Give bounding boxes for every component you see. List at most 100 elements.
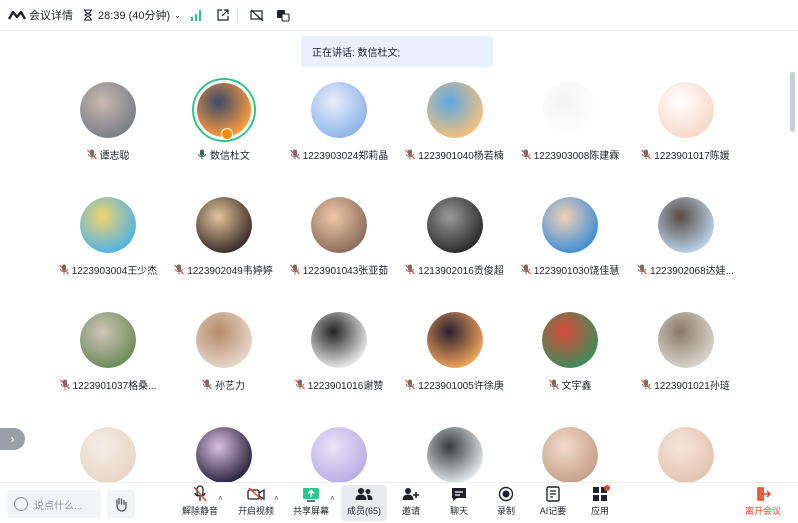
participant-tile[interactable]: [50, 417, 166, 482]
share-options-chevron-icon[interactable]: ˄: [330, 494, 335, 503]
scrollbar-thumb[interactable]: [790, 72, 795, 132]
leave-meeting-button[interactable]: 离开会议: [742, 485, 784, 521]
video-options-chevron-icon[interactable]: ˄: [274, 494, 279, 503]
raise-hand-button[interactable]: [107, 490, 135, 518]
topbar-divider: [236, 8, 238, 22]
participant-tile[interactable]: 1223901017陈媛: [628, 72, 744, 182]
avatar: [657, 197, 714, 253]
participant-tile[interactable]: 1223901016谢赞: [281, 302, 397, 412]
chat-button[interactable]: 聊天: [444, 485, 474, 521]
avatar: [80, 82, 136, 138]
record-label: 录制: [496, 506, 515, 516]
avatar: [80, 427, 136, 482]
mic-muted-icon: [86, 149, 97, 160]
avatar-image: [311, 427, 367, 482]
participant-tile[interactable]: 1223903024郑莉晶: [281, 72, 397, 182]
host-badge-icon: [220, 128, 233, 140]
participant-name: 1223901040杨若楠: [418, 151, 504, 162]
participant-name-row: 1223901021孙琏: [628, 377, 744, 392]
participant-name-row: 1223903024郑莉晶: [281, 147, 397, 162]
start-video-button[interactable]: 开启视频: [236, 485, 276, 521]
participant-tile[interactable]: 1223901037格桑...: [50, 302, 166, 412]
participant-tile[interactable]: 文宇鑫: [512, 302, 628, 412]
popout-icon[interactable]: [217, 9, 229, 21]
participant-name-row: 1223901016谢赞: [281, 377, 397, 392]
apps-button[interactable]: 应用: [585, 485, 615, 521]
meeting-timer[interactable]: 28:39 (40分钟) ⌄: [83, 7, 181, 23]
avatar-image: [426, 427, 483, 482]
share-screen-button[interactable]: 共享屏幕: [291, 485, 331, 521]
participant-tile[interactable]: 孙艺力: [166, 302, 282, 412]
avatar: [311, 312, 367, 368]
mic-muted-icon: [294, 379, 305, 390]
share-screen-icon: [303, 487, 319, 502]
participant-tile[interactable]: [166, 417, 282, 482]
avatar: [426, 427, 483, 482]
top-bar: 会议详情 28:39 (40分钟) ⌄: [0, 0, 798, 31]
mic-on-icon: [198, 149, 206, 160]
avatar: [426, 197, 483, 253]
participant-tile[interactable]: 1223901030饶佳慧: [512, 187, 628, 297]
ai-notes-label: AI记要: [539, 506, 567, 516]
translate-icon[interactable]: [276, 9, 290, 22]
participant-tile[interactable]: 1223901021孙琏: [628, 302, 744, 412]
mic-muted-icon: [202, 379, 212, 390]
participant-tile[interactable]: 1223903008陈建霖: [512, 72, 628, 182]
mic-muted-icon: [58, 264, 69, 275]
record-button[interactable]: 录制: [491, 485, 521, 521]
avatar-image: [80, 82, 136, 138]
avatar-image: [657, 427, 714, 482]
participant-tile[interactable]: 数信杜文: [166, 72, 282, 182]
participant-tile[interactable]: 1223903004王少杰: [50, 187, 166, 297]
chat-input[interactable]: 说点什么...: [7, 490, 101, 518]
avatar: [542, 82, 598, 138]
notification-dot: [604, 485, 610, 491]
chat-placeholder: 说点什么...: [34, 500, 83, 512]
participant-name: 1223903004王少杰: [71, 266, 158, 277]
avatar-image: [311, 197, 367, 253]
avatar-image: [542, 427, 598, 482]
chevron-right-icon: ›: [10, 432, 15, 446]
participant-name: 孙艺力: [215, 381, 245, 392]
participant-tile[interactable]: [281, 417, 397, 482]
participant-name-row: 1213902016贡俊超: [397, 262, 513, 277]
participant-tile[interactable]: 1223901040杨若楠: [397, 72, 513, 182]
mic-muted-icon: [520, 264, 531, 275]
participant-tile[interactable]: 1213902016贡俊超: [397, 187, 513, 297]
avatar: [195, 427, 252, 482]
sidebar-expand-button[interactable]: ›: [0, 428, 25, 450]
meeting-details-button[interactable]: 会议详情: [0, 7, 73, 23]
ai-notes-button[interactable]: AI记要: [536, 485, 570, 521]
participant-tile[interactable]: [397, 417, 513, 482]
participant-tile[interactable]: 1223901043张亚茹: [281, 187, 397, 297]
signal-icon[interactable]: [190, 9, 203, 21]
participant-tile[interactable]: 谭志聪: [50, 72, 166, 182]
avatar: [311, 197, 367, 253]
avatar-image: [195, 427, 252, 482]
participant-name: 1223902068达娃...: [650, 266, 734, 277]
participant-grid: 谭志聪 数信杜文 1223903024郑莉晶 1223901040杨若楠 1223903…: [0, 72, 798, 482]
invite-button[interactable]: 邀请: [396, 485, 426, 521]
participant-tile[interactable]: 1223902068达娃...: [628, 187, 744, 297]
emoji-icon[interactable]: [14, 497, 28, 511]
screen-off-icon[interactable]: [250, 9, 264, 22]
audio-options-chevron-icon[interactable]: ˄: [218, 494, 223, 503]
mic-muted-icon: [637, 264, 647, 275]
mic-muted-icon: [174, 264, 185, 275]
mic-muted-icon: [405, 264, 416, 275]
participant-tile[interactable]: [628, 417, 744, 482]
mic-muted-icon: [405, 379, 416, 390]
avatar: [195, 312, 252, 368]
participant-name: 1223901021孙琏: [654, 381, 730, 392]
participant-name-row: 1223901043张亚茹: [281, 262, 397, 277]
participant-tile[interactable]: 1223901005许徐庚: [397, 302, 513, 412]
participant-tile[interactable]: [512, 417, 628, 482]
avatar: [311, 427, 367, 482]
mic-muted-icon: [548, 379, 559, 390]
unmute-button[interactable]: 解除静音: [180, 485, 220, 521]
ai-notes-icon: [546, 486, 560, 502]
mic-muted-icon: [59, 379, 70, 390]
members-button[interactable]: 成员(65): [341, 485, 387, 521]
bottom-toolbar: 说点什么... 解除静音 ˄ 开启视频 ˄ 共享屏幕 ˄ 成员(65) 邀请 聊…: [0, 482, 798, 523]
participant-tile[interactable]: 1223902049韦婷婷: [166, 187, 282, 297]
